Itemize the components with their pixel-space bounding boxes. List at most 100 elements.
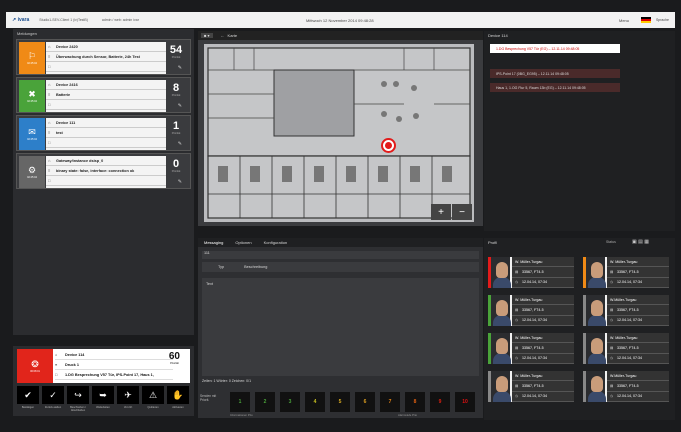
action-button[interactable]: ✈ Vor-Ort (117, 386, 139, 409)
person-card[interactable]: W. Müller-Turgau ▤ 33567, FT4-5 ◷ 12.04.14… (583, 333, 669, 364)
person-photo (488, 295, 511, 326)
messaging-panel: Messaging Optionen Konfiguration 111 Typ… (198, 238, 483, 418)
id-card-icon: ▤ (515, 383, 519, 388)
top-bar: ↗ ivara Studio1-SEV-Client 1 (iv)TestB) … (6, 12, 675, 28)
action-label: Beschreiben / Abschließen (70, 406, 86, 412)
edit-icon[interactable]: ✎ (178, 141, 182, 147)
person-time: 12.04.14, 07:34 (617, 318, 642, 323)
notification-count: 0 (172, 158, 180, 170)
device-title: Device 114 (488, 33, 508, 38)
notification-type-icon: ⚙ 02:25:04 (19, 156, 45, 188)
person-photo (488, 371, 511, 402)
tab-configuration[interactable]: Konfiguration (264, 240, 288, 245)
device-detail-panel: Device 114 1.DG Besprechung V57 Tür (EG)… (484, 31, 675, 231)
person-card[interactable]: W. Müller-Turgau ▤ 33567, FT4-5 ◷ 12.04.14… (488, 333, 574, 364)
edit-icon[interactable]: ✎ (178, 179, 182, 185)
priority-level-button[interactable]: 4 (305, 392, 325, 412)
window-controls[interactable]: ■ ▾ (201, 33, 213, 38)
person-photo (583, 333, 606, 364)
german-flag-icon[interactable] (641, 17, 651, 23)
person-photo (488, 333, 511, 364)
alarm-message: 1.DG Besprechung V57 Tür, IPS-Point 17, … (65, 372, 154, 377)
language-button[interactable]: Sprache (656, 18, 669, 22)
person-name: W.Müller-Turgau (607, 295, 669, 306)
user-name[interactable]: admin / web: admin ivar (102, 18, 139, 22)
notification-card[interactable]: ⚙ 02:25:04 ⌂ Gateway/instance dsisp_0 ≡ bin… (16, 153, 191, 189)
zoom-out-button[interactable]: − (452, 204, 472, 220)
action-button[interactable]: ➥ Weiterleiten (92, 386, 114, 409)
action-icon: ↪ (74, 389, 82, 400)
person-photo (583, 257, 606, 288)
notification-card[interactable]: ✖ 02:25:04 ⌂ Device 2416 ≡ Batterie □ 8 Prio… (16, 77, 191, 113)
sensor-icon: ≡ (48, 130, 51, 135)
arrow-icon: ← (220, 33, 225, 38)
action-label: Vor-Ort (123, 406, 133, 409)
panel-title: Meldungen (17, 31, 37, 36)
id-card-icon: ▤ (515, 269, 519, 274)
device-icon: ⌂ (48, 82, 51, 87)
action-button[interactable]: ✓ Zurück-stellen (42, 386, 64, 409)
person-time: 12.04.14, 07:34 (522, 356, 547, 361)
alarm-count: 60 (168, 351, 180, 362)
action-label: Bestätigen (21, 406, 35, 409)
high-priority-label: Alarmstufe Prio (398, 413, 418, 417)
app-logo: ↗ ivara (12, 17, 30, 23)
grid-view-icon[interactable]: ▣ ▤ ▦ (632, 239, 649, 245)
priority-level-button[interactable]: 9 (430, 392, 450, 412)
priority-level-button[interactable]: 6 (355, 392, 375, 412)
person-name: W. Müller-Turgau (607, 257, 669, 268)
person-id: 33567, FT4-5 (522, 345, 544, 350)
action-button[interactable]: ⚠ Quittieren (142, 386, 164, 409)
person-id: 33567, FT4-5 (617, 269, 639, 274)
location-item-selected[interactable]: 1.DG Besprechung V57 Tür (EG) – 12.11.14… (490, 44, 620, 53)
person-card[interactable]: W.Müller-Turgau ▤ 33567, FT4-5 ◷ 12.04.14,… (583, 371, 669, 402)
action-button[interactable]: ✋ Aktivieren (167, 386, 189, 409)
action-button[interactable]: ✔ Bestätigen (17, 386, 39, 409)
priority-level-button[interactable]: 2 (255, 392, 275, 412)
action-button[interactable]: ↪ Beschreiben / Abschließen (67, 386, 89, 412)
checkbox-icon[interactable]: □ (48, 64, 56, 69)
person-card[interactable]: W. Müller-Turgau ▤ 33567, FT4-5 ◷ 12.04.14… (488, 371, 574, 402)
person-card[interactable]: W. Müller-Turgau ▤ 33567, FT4-5 ◷ 12.04.14… (488, 257, 574, 288)
menu-button[interactable]: Menu (619, 18, 629, 23)
edit-icon[interactable]: ✎ (178, 103, 182, 109)
notification-device: Device 111 (56, 120, 76, 125)
priority-label: Priorität (171, 132, 181, 135)
persons-filter[interactable]: Status (606, 240, 616, 244)
floor-plan-map[interactable]: + − (198, 40, 483, 226)
person-card[interactable]: W. Müller-Turgau ▤ 33567, FT4-5 ◷ 12.04.14… (583, 257, 669, 288)
checkbox-icon[interactable]: □ (48, 102, 56, 107)
message-text-field[interactable]: Text (202, 278, 479, 376)
recipient-field[interactable]: 111 (202, 251, 479, 259)
edit-icon[interactable]: ✎ (178, 65, 182, 71)
person-card[interactable]: W. Müller-Turgau ▤ 33567, FT4-5 ◷ 12.04.14… (488, 295, 574, 326)
tab-options[interactable]: Optionen (235, 240, 251, 245)
notification-card[interactable]: ⚐ 02:25:04 ⌂ Device 2420 ≡ Überwachung durc… (16, 39, 191, 75)
notification-message: Batterie (56, 92, 71, 97)
zoom-in-button[interactable]: + (431, 204, 451, 220)
map-tab-bar: ■ ▾ ← Karte (198, 31, 483, 40)
location-item[interactable]: Haus 1, 1.OG Flur 5, Raum 13b (EG) – 12.… (490, 83, 620, 92)
action-icon: ✔ (24, 389, 32, 400)
priority-level-button[interactable]: 10 (455, 392, 475, 412)
device-icon: ⌂ (48, 120, 51, 125)
type-label: Typ (218, 265, 225, 269)
priority-level-button[interactable]: 5 (330, 392, 350, 412)
person-card[interactable]: W.Müller-Turgau ▤ 33567, FT4-5 ◷ 12.04.14,… (583, 295, 669, 326)
action-label: Quittieren (147, 406, 159, 409)
alarm-card[interactable]: ❂ 06:08:01 ⌂ Device 114 ≡ Druck 1 □ 1.DG Be… (17, 349, 190, 383)
notification-card[interactable]: ✉ 02:25:04 ⌂ Device 111 ≡ test □ 1 Priorität… (16, 115, 191, 151)
priority-level-button[interactable]: 3 (280, 392, 300, 412)
priority-level-button[interactable]: 8 (405, 392, 425, 412)
tab-messaging[interactable]: Messaging (204, 240, 223, 245)
checkbox-icon[interactable]: □ (48, 140, 56, 145)
description-field[interactable]: Beschreibung (244, 265, 267, 269)
alarm-location-marker[interactable] (383, 140, 394, 151)
priority-level-button[interactable]: 1 (230, 392, 250, 412)
location-item[interactable]: IPS-Point 17 (0BG_EG95) – 12.11.14 09:48… (490, 69, 620, 78)
action-icon: ✓ (49, 389, 57, 400)
priority-level-button[interactable]: 7 (380, 392, 400, 412)
checkbox-icon[interactable]: □ (48, 178, 56, 183)
tab-map[interactable]: Karte (228, 33, 238, 38)
action-label: Weiterleiten (96, 406, 110, 409)
